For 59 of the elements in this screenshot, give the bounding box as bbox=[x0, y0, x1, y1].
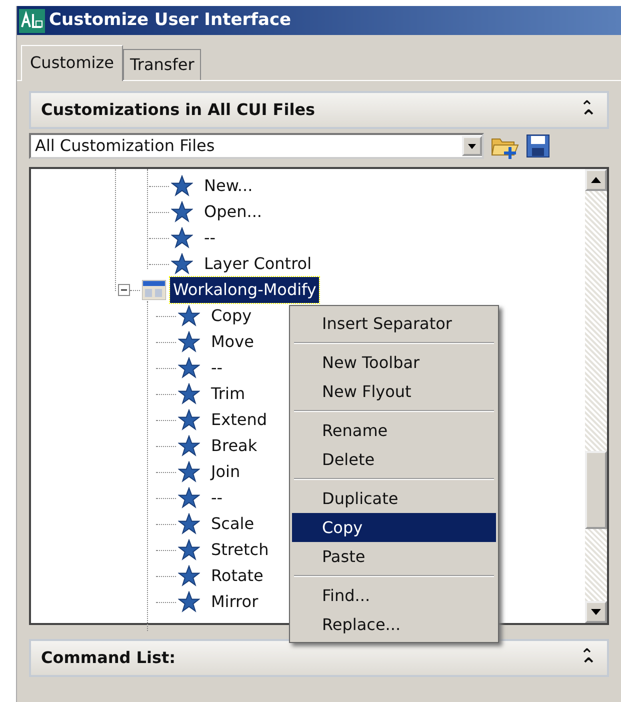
collapse-icon[interactable] bbox=[118, 284, 130, 296]
menu-item[interactable]: New Flyout bbox=[292, 377, 496, 406]
save-icon[interactable] bbox=[526, 134, 550, 158]
collapse-button[interactable]: ⌃ ⌃ bbox=[580, 645, 597, 671]
star-icon bbox=[171, 253, 193, 275]
menu-item[interactable]: Copy bbox=[292, 513, 496, 542]
collapse-button[interactable]: ⌃ ⌃ bbox=[580, 97, 597, 123]
tree-item[interactable]: Copy bbox=[208, 303, 255, 329]
panel-title: Command List: bbox=[41, 647, 176, 669]
tree-item[interactable]: -- bbox=[201, 225, 219, 251]
star-icon bbox=[178, 435, 200, 457]
tree-item[interactable]: Extend bbox=[208, 407, 270, 433]
menu-item[interactable]: New Toolbar bbox=[292, 348, 496, 377]
star-icon bbox=[178, 461, 200, 483]
tree-item[interactable]: -- bbox=[208, 355, 226, 381]
tree-item[interactable]: New... bbox=[201, 173, 256, 199]
menu-item[interactable]: Paste bbox=[292, 542, 496, 571]
scroll-down-icon[interactable] bbox=[585, 601, 607, 623]
menu-item[interactable]: Rename bbox=[292, 416, 496, 445]
tab[interactable]: Customize bbox=[21, 45, 123, 81]
star-icon bbox=[178, 487, 200, 509]
tree-item[interactable]: Break bbox=[208, 433, 260, 459]
menu-item[interactable]: Delete bbox=[292, 445, 496, 474]
menu-item[interactable]: Replace... bbox=[292, 610, 496, 639]
scrollbar[interactable] bbox=[585, 169, 607, 623]
star-icon bbox=[171, 227, 193, 249]
star-icon bbox=[171, 201, 193, 223]
file-filter-dropdown[interactable]: All Customization Files bbox=[29, 133, 484, 159]
tree-item[interactable]: Mirror bbox=[208, 589, 262, 615]
menu-item[interactable]: Find... bbox=[292, 581, 496, 610]
star-icon bbox=[178, 565, 200, 587]
star-icon bbox=[178, 305, 200, 327]
menu-item[interactable]: Insert Separator bbox=[292, 309, 496, 338]
tree-item[interactable]: Open... bbox=[201, 199, 265, 225]
window-title: Customize User Interface bbox=[49, 8, 292, 32]
tab[interactable]: Transfer bbox=[122, 49, 202, 80]
scroll-thumb[interactable] bbox=[585, 451, 607, 529]
tree-item[interactable]: Stretch bbox=[208, 537, 272, 563]
star-icon bbox=[178, 331, 200, 353]
tree-item[interactable]: Move bbox=[208, 329, 257, 355]
star-icon bbox=[178, 383, 200, 405]
star-icon bbox=[178, 409, 200, 431]
toolbar-icon bbox=[142, 280, 166, 300]
star-icon bbox=[178, 591, 200, 613]
menu-item[interactable]: Duplicate bbox=[292, 484, 496, 513]
scroll-up-icon[interactable] bbox=[585, 169, 607, 191]
tree-item[interactable]: Rotate bbox=[208, 563, 266, 589]
star-icon bbox=[178, 357, 200, 379]
panel-title: Customizations in All CUI Files bbox=[41, 99, 316, 121]
star-icon bbox=[178, 539, 200, 561]
tree-item[interactable]: Scale bbox=[208, 511, 258, 537]
tree-item[interactable]: -- bbox=[208, 485, 226, 511]
tree-item[interactable]: Workalong-Modify bbox=[170, 277, 320, 303]
star-icon bbox=[171, 175, 193, 197]
tree-item[interactable]: Join bbox=[208, 459, 244, 485]
star-icon bbox=[178, 513, 200, 535]
app-icon bbox=[19, 8, 45, 32]
tree-item[interactable]: Trim bbox=[208, 381, 248, 407]
tree-item[interactable]: Layer Control bbox=[201, 251, 315, 277]
